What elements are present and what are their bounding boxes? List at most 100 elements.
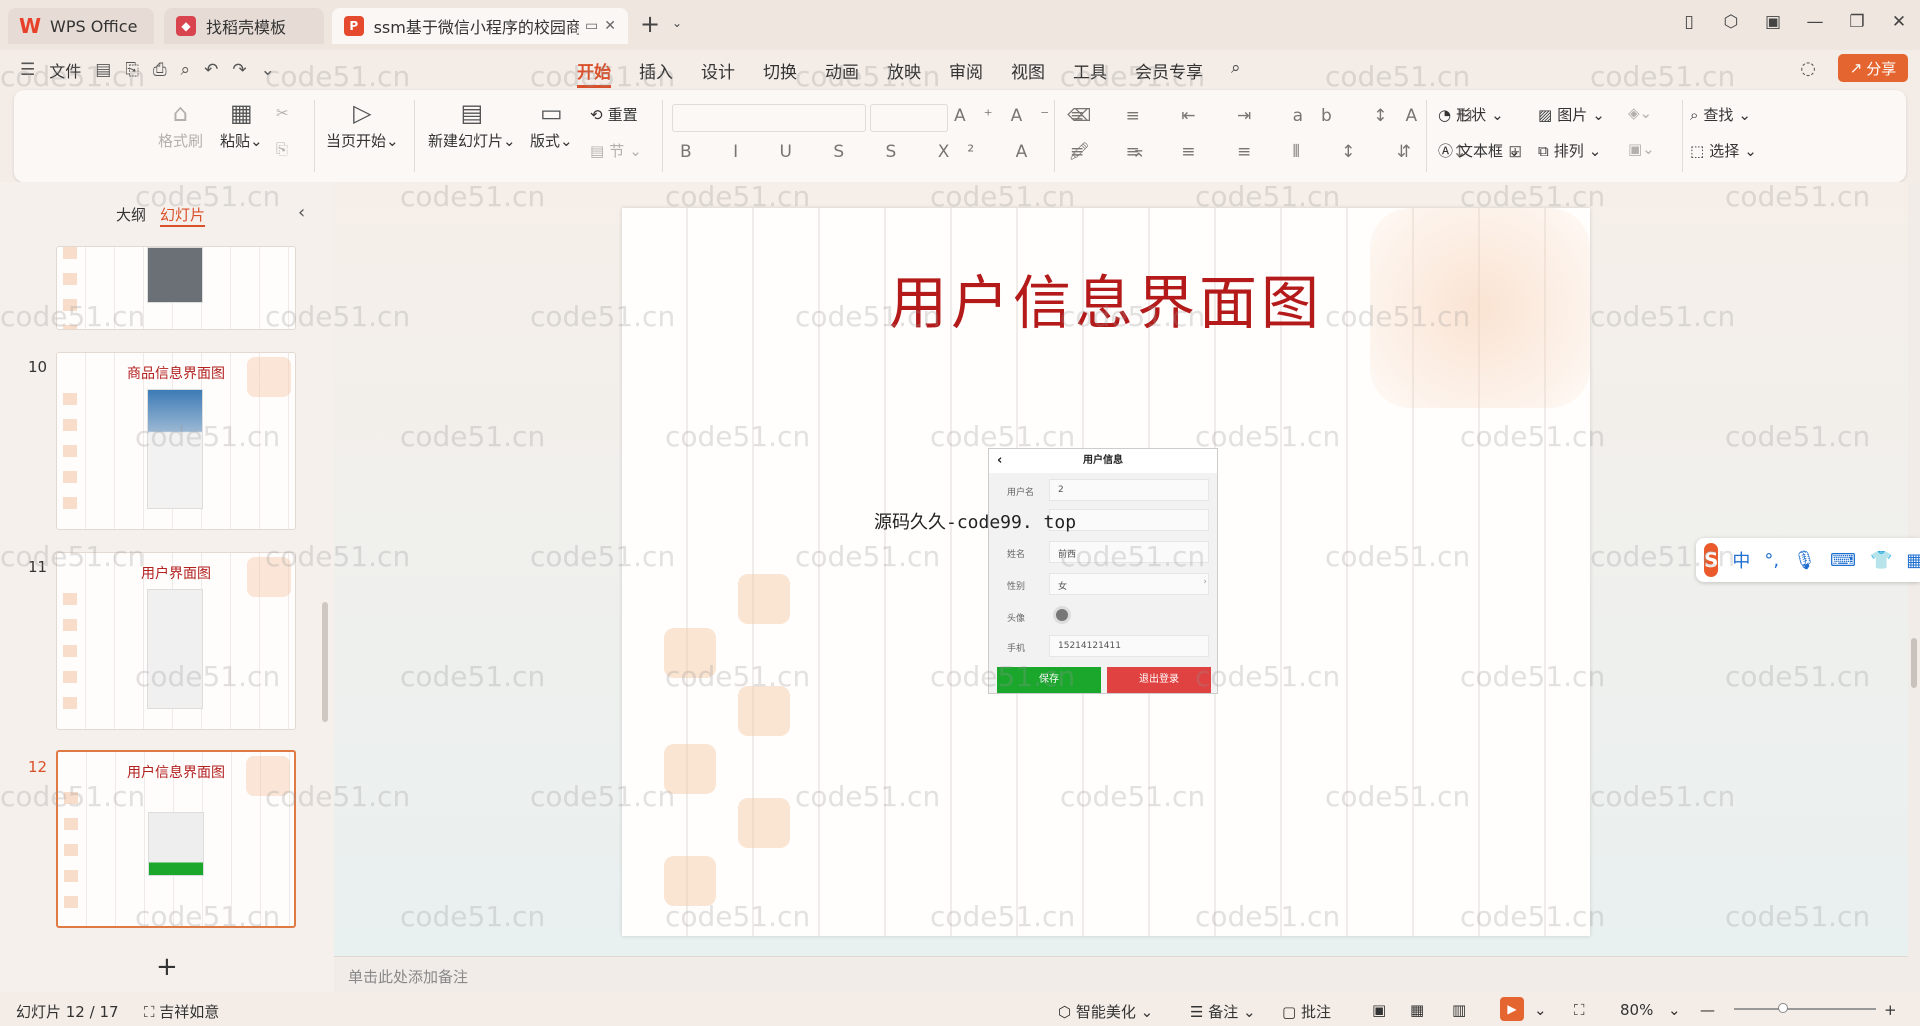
ribbon-separator <box>314 100 315 172</box>
print-icon[interactable]: ⎙ <box>153 60 167 80</box>
format-painter-button[interactable]: ⌂ 格式刷 <box>158 96 203 151</box>
chat-icon[interactable]: ◌ <box>1800 58 1816 79</box>
punctuation-icon[interactable]: °, <box>1764 550 1779 571</box>
screen-icon[interactable]: ▭ <box>585 18 598 34</box>
chevron-down-icon[interactable]: ⌄ <box>672 16 682 30</box>
new-tab-icon[interactable]: + <box>640 10 660 38</box>
section-button[interactable]: ▤ 节 ⌄ <box>590 140 642 161</box>
tab-current-document[interactable]: P ssm基于微信小程序的校园商 ▭ ✕ <box>332 8 628 44</box>
slide[interactable]: 用户信息界面图 ‹ 用户信息 用户名 2 姓名 前西 性别 女 › 头像 手机 … <box>622 208 1590 936</box>
paste-button[interactable]: ▦ 粘贴⌄ <box>220 96 263 151</box>
smart-beautify-button[interactable]: ⬡ 智能美化 ⌄ <box>1058 1001 1153 1022</box>
chevron-down-icon[interactable]: ⌄ <box>261 60 275 80</box>
add-slide-icon[interactable]: + <box>156 952 178 982</box>
slide-thumbnail[interactable]: 用户界面图 <box>56 552 296 730</box>
hamburger-icon[interactable]: ☰ <box>20 60 35 80</box>
menu-transition[interactable]: 切换 <box>763 58 797 88</box>
tab-label: 找稻壳模板 <box>206 18 287 37</box>
close-window-icon[interactable]: ✕ <box>1878 12 1920 32</box>
grid-view-icon[interactable]: ▦ <box>1410 1001 1424 1019</box>
textbox-icon: Ⓐ <box>1438 142 1454 160</box>
slide-thumbnail[interactable] <box>56 246 296 330</box>
menu-insert[interactable]: 插入 <box>639 58 673 88</box>
menu-animation[interactable]: 动画 <box>825 58 859 88</box>
find-button[interactable]: ⌕ 查找 ⌄ <box>1690 104 1751 125</box>
layout-button[interactable]: ▭ 版式⌄ <box>530 96 573 151</box>
avatar-icon[interactable]: ▣ <box>1752 12 1794 32</box>
scrollbar-thumb[interactable] <box>1911 638 1917 688</box>
shape-button[interactable]: ◔ 形状 ⌄ <box>1438 104 1504 125</box>
chinese-mode-icon[interactable]: 中 <box>1732 547 1750 573</box>
shape-label: 形状 <box>1456 106 1487 124</box>
theme-indicator[interactable]: ⛶ 吉祥如意 <box>144 1001 219 1022</box>
tab-wps-office[interactable]: W WPS Office <box>8 8 154 44</box>
export-icon[interactable]: ⎘ <box>125 60 139 80</box>
zoom-out-icon[interactable]: — <box>1700 1001 1715 1019</box>
search-icon[interactable]: ⌕ <box>1231 58 1241 88</box>
minimize-icon[interactable]: — <box>1794 12 1836 32</box>
menu-home[interactable]: 开始 <box>577 58 611 88</box>
menu-member[interactable]: 会员专享 <box>1135 58 1203 88</box>
zoom-in-icon[interactable]: + <box>1884 1001 1897 1019</box>
cut-icon[interactable]: ✂ <box>276 104 289 122</box>
zoom-slider-track[interactable] <box>1734 1008 1876 1010</box>
slide-thumbnail[interactable]: 商品信息界面图 <box>56 352 296 530</box>
redo-icon[interactable]: ↷ <box>232 60 246 80</box>
restore-icon[interactable]: ❐ <box>1836 12 1878 32</box>
reading-view-icon[interactable]: ▥ <box>1452 1001 1466 1019</box>
slideshow-play-button[interactable]: ▶ <box>1500 997 1524 1021</box>
chevron-down-icon[interactable]: ⌄ <box>1534 1001 1547 1019</box>
paragraph-list-controls[interactable]: ≡ ≡ ⇤ ⇥ ab ↕A ⊟ <box>1070 106 1491 126</box>
menu-design[interactable]: 设计 <box>701 58 735 88</box>
chevron-down-icon[interactable]: ⌄ <box>1668 1001 1681 1019</box>
sidebar-toggle-icon[interactable]: ▯ <box>1668 12 1710 32</box>
grid-icon[interactable]: ▦ <box>1906 550 1920 571</box>
skin-icon[interactable]: 👕 <box>1870 550 1892 571</box>
normal-view-icon[interactable]: ▣ <box>1372 1001 1386 1019</box>
textbox-button[interactable]: Ⓐ 文本框 ⌄ <box>1438 140 1521 161</box>
share-button[interactable]: ↗ 分享 <box>1838 54 1908 82</box>
new-slide-button[interactable]: ▤ 新建幻灯片⌄ <box>428 96 516 151</box>
chevron-left-icon[interactable]: ‹ <box>298 202 305 223</box>
keyboard-icon[interactable]: ⌨ <box>1830 550 1856 571</box>
fit-window-icon[interactable]: ⛶ <box>1574 1001 1585 1019</box>
title-bar: W WPS Office ◆ 找稻壳模板 P ssm基于微信小程序的校园商 ▭ … <box>0 0 1920 50</box>
microphone-icon[interactable]: 🎙 <box>1793 550 1816 571</box>
play-from-current-button[interactable]: ▷ 当页开始⌄ <box>326 96 399 151</box>
tab-slides[interactable]: 幻灯片 <box>160 204 206 227</box>
fill-icon[interactable]: ◈⌄ <box>1628 104 1652 122</box>
print-preview-icon[interactable]: ⌕ <box>181 60 191 80</box>
cube-icon[interactable]: ⬡ <box>1710 12 1752 32</box>
font-family-select[interactable] <box>672 104 866 132</box>
copy-icon[interactable]: ⎘ <box>276 140 288 158</box>
menu-review[interactable]: 审阅 <box>949 58 983 88</box>
tab-docer-template[interactable]: ◆ 找稻壳模板 <box>164 8 324 44</box>
zoom-slider-knob[interactable] <box>1778 1003 1788 1013</box>
canvas-scrollbar[interactable] <box>1908 182 1920 992</box>
file-menu[interactable]: 文件 <box>49 58 81 82</box>
font-size-select[interactable] <box>870 104 948 132</box>
picture-button[interactable]: ▨ 图片 ⌄ <box>1538 104 1605 125</box>
sogou-logo-icon[interactable]: S <box>1704 543 1719 577</box>
slide-title[interactable]: 用户信息界面图 <box>622 256 1590 340</box>
notes-pane[interactable]: 单击此处添加备注 <box>334 956 1908 992</box>
notes-toggle-button[interactable]: ☰ 备注 ⌄ <box>1190 1001 1256 1022</box>
arrange-button[interactable]: ⧉ 排列 ⌄ <box>1538 140 1601 161</box>
comments-button[interactable]: ▢ 批注 <box>1282 1001 1331 1022</box>
select-button[interactable]: ⬚ 选择 ⌄ <box>1690 140 1757 161</box>
panel-scrollbar[interactable] <box>322 602 328 722</box>
user-info-screenshot[interactable]: ‹ 用户信息 用户名 2 姓名 前西 性别 女 › 头像 手机 15214121… <box>988 448 1218 694</box>
menu-slideshow[interactable]: 放映 <box>887 58 921 88</box>
tab-outline[interactable]: 大纲 <box>116 204 146 227</box>
close-tab-icon[interactable]: ✕ <box>604 18 616 34</box>
reset-button[interactable]: ⟲ 重置 <box>590 104 638 125</box>
save-icon[interactable]: ▤ <box>95 60 111 80</box>
zoom-level[interactable]: 80% <box>1620 1001 1653 1019</box>
ime-toolbar[interactable]: S 中 °, 🎙 ⌨ 👕 ▦ <box>1696 538 1920 582</box>
slide-thumbnail-selected[interactable]: 用户信息界面图 <box>56 750 296 928</box>
menu-view[interactable]: 视图 <box>1011 58 1045 88</box>
source-watermark-text[interactable]: 源码久久-code99. top <box>874 508 1076 534</box>
menu-tools[interactable]: 工具 <box>1073 58 1107 88</box>
outline-icon[interactable]: ▣⌄ <box>1628 140 1655 158</box>
undo-icon[interactable]: ↶ <box>204 60 218 80</box>
